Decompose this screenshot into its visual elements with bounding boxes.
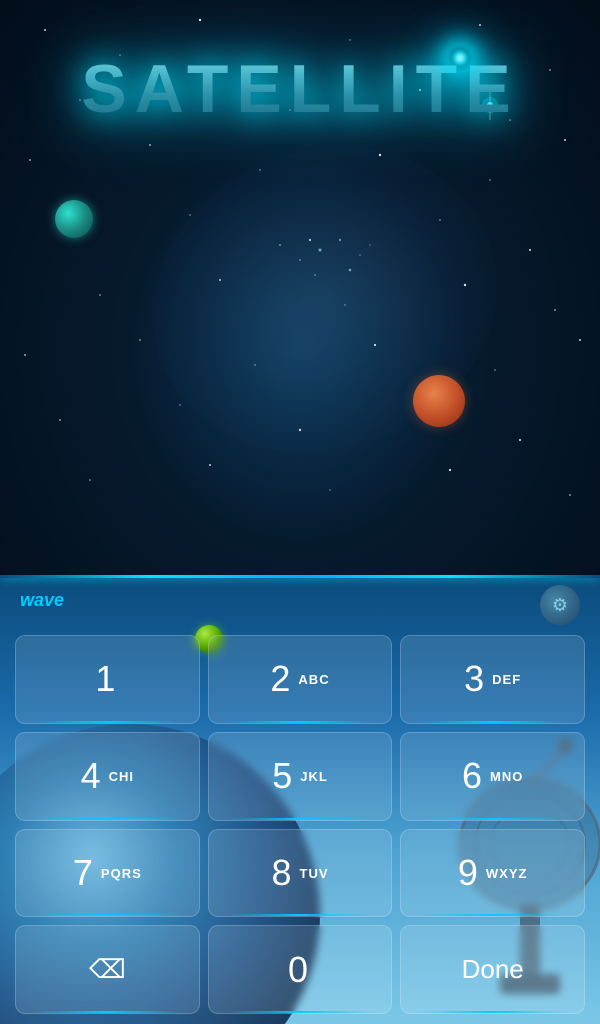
key-8[interactable]: 8 TUV: [208, 829, 393, 918]
key-7-number: 7: [73, 855, 93, 891]
key-6-number: 6: [462, 758, 482, 794]
key-7[interactable]: 7 PQRS: [15, 829, 200, 918]
key-9[interactable]: 9 WXYZ: [400, 829, 585, 918]
key-8-number: 8: [271, 855, 291, 891]
key-9-number: 9: [458, 855, 478, 891]
gear-icon: ⚙: [552, 595, 568, 616]
key-8-letters: TUV: [300, 866, 329, 881]
key-0[interactable]: 0: [208, 925, 393, 1014]
key-7-letters: PQRS: [101, 866, 142, 881]
done-label: Done: [462, 954, 524, 985]
numpad: 1 2 ABC 3 DEF 4 CHI: [15, 635, 585, 1014]
glow-line: [0, 575, 600, 578]
key-4[interactable]: 4 CHI: [15, 732, 200, 821]
key-4-letters: CHI: [109, 769, 134, 784]
delete-button[interactable]: ⌫: [15, 925, 200, 1014]
planet-teal: [55, 200, 93, 238]
key-4-number: 4: [81, 758, 101, 794]
key-0-number: 0: [288, 952, 308, 988]
done-button[interactable]: Done: [400, 925, 585, 1014]
title-glare: [450, 48, 470, 68]
key-3-number: 3: [464, 661, 484, 697]
wave-brand: wave: [20, 590, 64, 611]
key-5-letters: JKL: [300, 769, 328, 784]
key-6-letters: MNO: [490, 769, 523, 784]
key-2-number: 2: [270, 661, 290, 697]
space-background: SATELLITE: [0, 0, 600, 580]
key-9-letters: WXYZ: [486, 866, 528, 881]
key-3-letters: DEF: [492, 672, 521, 687]
settings-button[interactable]: ⚙: [540, 585, 580, 625]
key-2-letters: ABC: [298, 672, 329, 687]
key-3[interactable]: 3 DEF: [400, 635, 585, 724]
app-title: SATELLITE: [0, 50, 600, 128]
key-2[interactable]: 2 ABC: [208, 635, 393, 724]
key-1-number: 1: [95, 661, 115, 697]
key-1[interactable]: 1: [15, 635, 200, 724]
key-5[interactable]: 5 JKL: [208, 732, 393, 821]
delete-icon: ⌫: [89, 954, 126, 985]
planet-mars: [413, 375, 465, 427]
keyboard-section: wave ⚙ 1 2 ABC 3 DEF: [0, 575, 600, 1024]
key-5-number: 5: [272, 758, 292, 794]
key-6[interactable]: 6 MNO: [400, 732, 585, 821]
